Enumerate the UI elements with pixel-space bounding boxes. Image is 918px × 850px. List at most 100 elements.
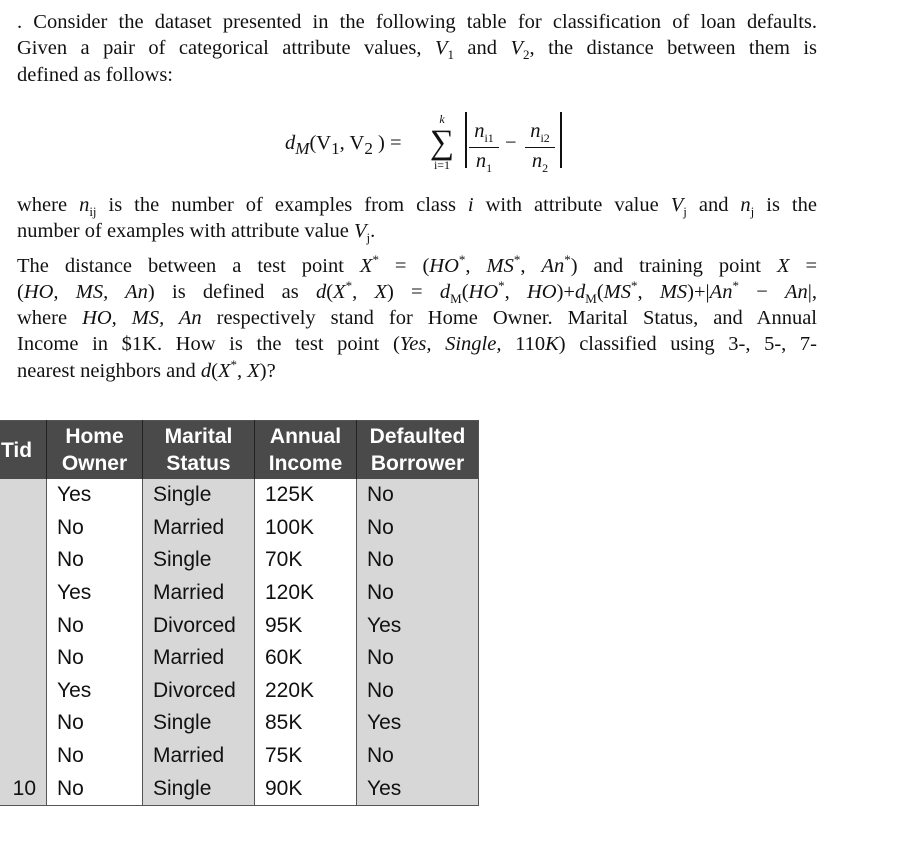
text-segment: = ( bbox=[378, 255, 430, 277]
text-segment: is the bbox=[754, 194, 817, 216]
text-segment: with attribute value bbox=[473, 194, 671, 216]
column-header: Home Owner bbox=[46, 420, 143, 479]
text-segment: Yes, Single, bbox=[399, 333, 502, 355]
text-segment: HO bbox=[468, 281, 499, 303]
text-segment: = bbox=[789, 255, 818, 277]
table-row: No Single 70K No bbox=[0, 544, 479, 577]
formula-d: d bbox=[285, 132, 296, 154]
text-segment: , bbox=[637, 281, 660, 303]
text-segment: respectively stand for Home Owner. Marit… bbox=[201, 307, 817, 329]
text-segment: − bbox=[738, 281, 786, 303]
text-segment: d bbox=[575, 281, 586, 303]
text-segment: HO, MS, An bbox=[23, 281, 148, 303]
table-cell: Yes bbox=[356, 772, 479, 806]
text-segment: HO bbox=[527, 281, 557, 303]
table-cell: Married bbox=[142, 739, 255, 773]
text-segment: where bbox=[17, 307, 83, 329]
question-line: . Consider the dataset presented in the … bbox=[17, 10, 817, 34]
text-segment: K bbox=[545, 333, 559, 355]
table-row: No Married 75K No bbox=[0, 739, 479, 773]
text-segment: )? bbox=[259, 360, 276, 382]
table-row: Yes Single 125K No bbox=[0, 479, 479, 512]
den1: n bbox=[475, 150, 487, 173]
summation: k ∑ i=1 bbox=[427, 112, 457, 173]
text-segment: M bbox=[585, 291, 597, 307]
table-cell bbox=[0, 641, 47, 675]
column-header: Defaulted Borrower bbox=[356, 420, 479, 479]
text-segment: , bbox=[465, 255, 487, 277]
table-cell bbox=[0, 674, 47, 708]
table-cell: Yes bbox=[46, 479, 143, 512]
text-segment: HO, MS, An bbox=[82, 307, 202, 329]
table-cell: No bbox=[46, 511, 143, 545]
table-row: No Married 60K No bbox=[0, 641, 479, 675]
abs-bar-left bbox=[465, 112, 467, 168]
text-segment: n bbox=[740, 194, 751, 216]
table-row: No Divorced 95K Yes bbox=[0, 609, 479, 642]
table-row: Yes Married 120K No bbox=[0, 576, 479, 610]
text-segment: and bbox=[453, 37, 511, 59]
text-segment: number of examples with attribute value bbox=[17, 220, 355, 242]
text-segment: defined as follows: bbox=[17, 64, 173, 86]
text-segment: )+| bbox=[687, 281, 710, 303]
table-cell: 125K bbox=[254, 479, 357, 512]
column-header: Tid bbox=[0, 420, 47, 479]
formula-d-sub: M bbox=[295, 139, 310, 159]
formula-v2-sub: 2 bbox=[364, 139, 373, 159]
table-cell: Yes bbox=[46, 674, 143, 708]
text-segment: V bbox=[434, 37, 448, 59]
text-segment: , the distance between them is bbox=[529, 37, 818, 59]
table-cell: Yes bbox=[46, 576, 143, 610]
text-segment: MS bbox=[659, 281, 688, 303]
den2: n bbox=[531, 150, 543, 173]
text-segment: d bbox=[200, 360, 212, 382]
question-line: number of examples with attribute value … bbox=[17, 219, 817, 244]
table-row: 10 No Single 90K Yes bbox=[0, 772, 479, 806]
table-row: No Married 100K No bbox=[0, 511, 479, 545]
text-segment: X bbox=[247, 360, 260, 382]
text-segment: ) is defined as bbox=[147, 281, 316, 303]
fraction-2: ni2 n2 bbox=[525, 120, 555, 176]
table-cell: Married bbox=[142, 576, 255, 610]
table-cell: Yes bbox=[356, 707, 479, 740]
table-cell bbox=[0, 511, 47, 545]
text-segment: ) classified using 3-, 5-, 7- bbox=[558, 333, 817, 355]
table-cell: No bbox=[356, 544, 479, 577]
text-segment: ( bbox=[17, 281, 24, 303]
table-cell: 120K bbox=[254, 576, 357, 610]
table-cell: Divorced bbox=[142, 609, 255, 642]
table-cell: 90K bbox=[254, 772, 357, 806]
table-cell: 95K bbox=[254, 609, 357, 642]
sum-sigma: ∑ bbox=[429, 124, 455, 161]
text-segment: X bbox=[217, 360, 231, 382]
text-segment: An bbox=[785, 281, 808, 303]
text-segment: ) = bbox=[386, 281, 440, 303]
formula-lhs: dM(V1, V2 ) = bbox=[285, 132, 402, 159]
question-line: nearest neighbors and d(X*, X)? bbox=[17, 358, 817, 383]
question-line: where HO, MS, An respectively stand for … bbox=[17, 306, 817, 330]
text-segment: V bbox=[510, 37, 523, 59]
formula-comma: , V bbox=[339, 132, 365, 154]
question-line: defined as follows: bbox=[17, 63, 817, 87]
abs-bar-right bbox=[560, 112, 562, 168]
den1-sub: 1 bbox=[486, 161, 493, 176]
num1: n bbox=[474, 120, 485, 142]
table-cell: No bbox=[46, 544, 143, 577]
question-line: where nij is the number of examples from… bbox=[17, 193, 817, 218]
table-cell bbox=[0, 479, 47, 512]
table-cell: No bbox=[46, 641, 143, 675]
text-segment: HO bbox=[429, 255, 459, 277]
formula-eq: ) = bbox=[378, 132, 402, 154]
text-segment: V bbox=[354, 220, 367, 242]
table-header-row: Tid Home Owner Marital Status Annual Income Def… bbox=[0, 420, 479, 479]
text-segment: and bbox=[686, 194, 741, 216]
text-segment: , bbox=[520, 255, 542, 277]
text-segment: , bbox=[236, 360, 248, 382]
table-cell: Single bbox=[142, 479, 255, 512]
num1-sub: i1 bbox=[484, 131, 494, 146]
text-segment: X bbox=[333, 281, 346, 303]
table-cell: Married bbox=[142, 641, 255, 675]
text-segment: n bbox=[79, 194, 90, 216]
table-cell bbox=[0, 739, 47, 773]
text-segment: where bbox=[17, 194, 80, 216]
